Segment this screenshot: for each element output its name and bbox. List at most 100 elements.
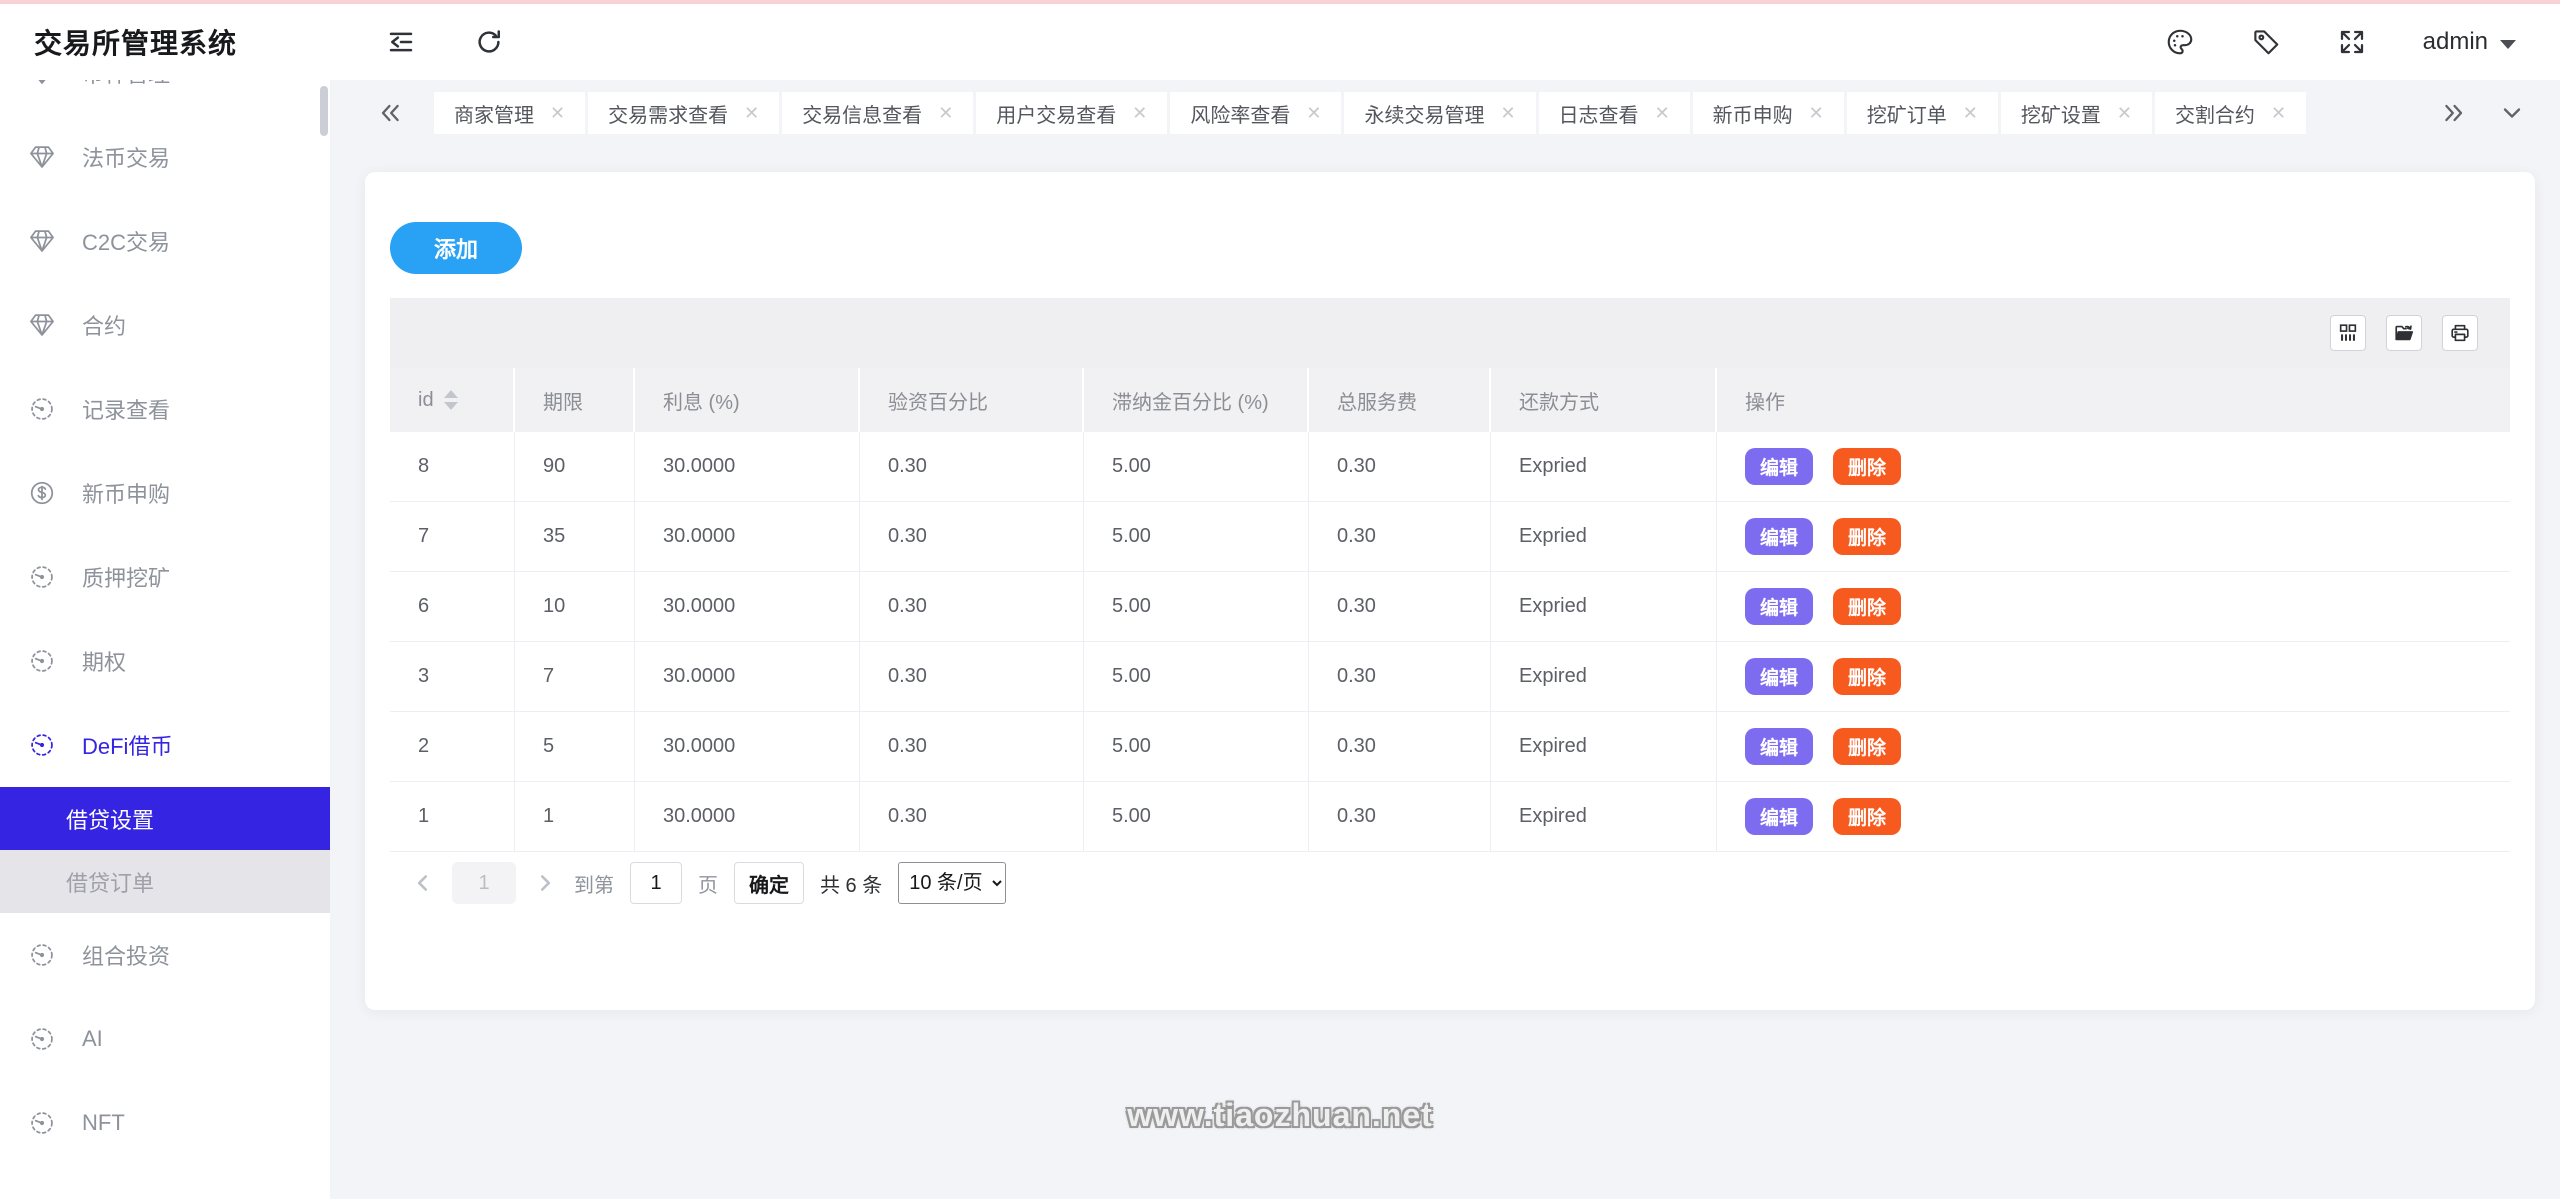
sidebar-scrollbar[interactable] bbox=[320, 86, 328, 136]
tab-交易信息查看[interactable]: 交易信息查看 ✕ bbox=[782, 92, 973, 134]
edit-button[interactable]: 编辑 bbox=[1745, 518, 1813, 555]
delete-button[interactable]: 删除 bbox=[1833, 448, 1901, 485]
edit-button[interactable]: 编辑 bbox=[1745, 728, 1813, 765]
table-cell: 30.0000 bbox=[635, 572, 860, 641]
tab-挖矿订单[interactable]: 挖矿订单✕ bbox=[1847, 92, 1998, 134]
goto-page-input[interactable] bbox=[630, 862, 682, 904]
edit-button[interactable]: 编辑 bbox=[1745, 448, 1813, 485]
refresh-button[interactable] bbox=[474, 27, 504, 57]
delete-button[interactable]: 删除 bbox=[1833, 518, 1901, 555]
sidebar-subitem-借贷订单[interactable]: 借贷订单 bbox=[0, 850, 330, 913]
sidebar-item-法币交易[interactable]: 法币交易 bbox=[0, 115, 330, 199]
table-cell: 0.30 bbox=[860, 432, 1084, 501]
table-body: 89030.00000.305.000.30Expried编辑删除73530.0… bbox=[390, 432, 2510, 852]
sidebar-item-label: C2C交易 bbox=[82, 225, 170, 257]
tab-close-icon[interactable]: ✕ bbox=[1655, 104, 1670, 122]
sidebar-collapse-button[interactable] bbox=[386, 27, 416, 57]
print-button[interactable] bbox=[2442, 315, 2478, 351]
tab-交易需求查看[interactable]: 交易需求查看✕ bbox=[588, 92, 779, 134]
timer-icon bbox=[28, 1109, 56, 1137]
page-size-select[interactable]: 10 条/页 bbox=[898, 862, 1006, 904]
sidebar-item-期权[interactable]: 期权 bbox=[0, 619, 330, 703]
column-label: 期限 bbox=[543, 386, 583, 415]
delete-button[interactable]: 删除 bbox=[1833, 658, 1901, 695]
sidebar-item-记录查看[interactable]: 记录查看 bbox=[0, 367, 330, 451]
tab-close-icon[interactable]: ✕ bbox=[2117, 104, 2132, 122]
page-unit-label: 页 bbox=[698, 869, 718, 898]
tab-新币申购[interactable]: 新币申购✕ bbox=[1693, 92, 1844, 134]
sidebar-subitem-借贷设置[interactable]: 借贷设置 bbox=[0, 787, 330, 850]
export-button[interactable] bbox=[2386, 315, 2422, 351]
user-menu[interactable]: admin bbox=[2423, 28, 2516, 56]
tabs-scroll-right-button[interactable] bbox=[2440, 99, 2468, 127]
tab-close-icon[interactable]: ✕ bbox=[1132, 104, 1147, 122]
tab-风险率查看[interactable]: 风险率查看 ✕ bbox=[1170, 92, 1341, 134]
tab-close-icon[interactable]: ✕ bbox=[744, 104, 759, 122]
theme-palette-button[interactable] bbox=[2165, 27, 2195, 57]
tab-label: 挖矿设置 bbox=[2021, 99, 2101, 128]
tab-交割合约[interactable]: 交割合约✕ bbox=[2155, 92, 2306, 134]
prev-page-button[interactable] bbox=[410, 870, 436, 896]
tabs-dropdown-button[interactable] bbox=[2498, 99, 2526, 127]
tab-用户交易查看[interactable]: 用户交易查看✕ bbox=[976, 92, 1167, 134]
table-cell: Expried bbox=[1491, 572, 1717, 641]
sidebar-item-NFT[interactable]: NFT bbox=[0, 1081, 330, 1165]
column-label: 利息 (%) bbox=[663, 386, 740, 415]
sidebar-item-DeFi借币[interactable]: DeFi借币 bbox=[0, 703, 330, 787]
column-header-id[interactable]: id bbox=[390, 368, 515, 432]
table-row: 1130.00000.305.000.30Expired编辑删除 bbox=[390, 782, 2510, 852]
edit-button[interactable]: 编辑 bbox=[1745, 798, 1813, 835]
tab-close-icon[interactable]: ✕ bbox=[550, 104, 565, 122]
table-row: 3730.00000.305.000.30Expired编辑删除 bbox=[390, 642, 2510, 712]
sidebar-item-质押挖矿[interactable]: 质押挖矿 bbox=[0, 535, 330, 619]
sidebar-item-C2C交易[interactable]: C2C交易 bbox=[0, 199, 330, 283]
tabs-scroll-left-button[interactable] bbox=[376, 99, 404, 127]
tab-label: 日志查看 bbox=[1559, 99, 1639, 128]
delete-button[interactable]: 删除 bbox=[1833, 728, 1901, 765]
column-header-验资百分比: 验资百分比 bbox=[860, 368, 1084, 432]
tab-挖矿设置[interactable]: 挖矿设置 ✕ bbox=[2001, 92, 2152, 134]
add-button[interactable]: 添加 bbox=[390, 222, 522, 274]
column-display-button[interactable] bbox=[2330, 315, 2366, 351]
tab-close-icon[interactable]: ✕ bbox=[938, 104, 953, 122]
tab-label: 交易信息查看 bbox=[802, 99, 922, 128]
tab-close-icon[interactable]: ✕ bbox=[1306, 104, 1321, 122]
sidebar-item-label: NFT bbox=[82, 1110, 125, 1136]
tab-label: 风险率查看 bbox=[1190, 99, 1290, 128]
fullscreen-button[interactable] bbox=[2337, 27, 2367, 57]
tab-close-icon[interactable]: ✕ bbox=[1500, 104, 1515, 122]
sidebar-item-新币申购[interactable]: 新币申购 bbox=[0, 451, 330, 535]
delete-button[interactable]: 删除 bbox=[1833, 798, 1901, 835]
tab-close-icon[interactable]: ✕ bbox=[1809, 104, 1824, 122]
timer-icon bbox=[28, 395, 56, 423]
tab-商家管理[interactable]: 商家管理✕ bbox=[434, 92, 585, 134]
sidebar-item-合约[interactable]: 合约 bbox=[0, 283, 330, 367]
edit-button[interactable]: 编辑 bbox=[1745, 658, 1813, 695]
table-cell: 90 bbox=[515, 432, 635, 501]
sidebar-item-组合投资[interactable]: 组合投资 bbox=[0, 913, 330, 997]
username: admin bbox=[2423, 28, 2488, 56]
app-header: 交易所管理系统 admin bbox=[0, 4, 2560, 80]
sort-carets-icon[interactable] bbox=[444, 390, 458, 410]
sidebar-item-币种管理[interactable]: 币种管理 bbox=[0, 80, 330, 115]
table-cell: 5.00 bbox=[1084, 642, 1309, 711]
table-cell: 5.00 bbox=[1084, 572, 1309, 641]
edit-button[interactable]: 编辑 bbox=[1745, 588, 1813, 625]
next-page-button[interactable] bbox=[532, 870, 558, 896]
table-row: 61030.00000.305.000.30Expried编辑删除 bbox=[390, 572, 2510, 642]
tab-永续交易管理[interactable]: 永续交易管理✕ bbox=[1344, 92, 1535, 134]
table-cell-actions: 编辑删除 bbox=[1717, 712, 2510, 781]
confirm-button[interactable]: 确定 bbox=[734, 862, 804, 904]
table-header: id期限利息 (%)验资百分比滞纳金百分比 (%)总服务费还款方式操作 bbox=[390, 368, 2510, 432]
main-area: 商家管理✕交易需求查看✕交易信息查看✕用户交易查看✕风险率查看✕永续交易管理✕日… bbox=[330, 80, 2560, 1199]
delete-button[interactable]: 删除 bbox=[1833, 588, 1901, 625]
tab-日志查看[interactable]: 日志查看 ✕ bbox=[1539, 92, 1690, 134]
table-cell: 35 bbox=[515, 502, 635, 571]
column-label: 滞纳金百分比 (%) bbox=[1112, 386, 1269, 415]
sidebar-item-AI[interactable]: AI bbox=[0, 997, 330, 1081]
tab-close-icon[interactable]: ✕ bbox=[1963, 104, 1978, 122]
tab-close-icon[interactable]: ✕ bbox=[2271, 104, 2286, 122]
tag-button[interactable] bbox=[2251, 27, 2281, 57]
current-page[interactable]: 1 bbox=[452, 862, 516, 904]
gem-icon bbox=[28, 227, 56, 255]
